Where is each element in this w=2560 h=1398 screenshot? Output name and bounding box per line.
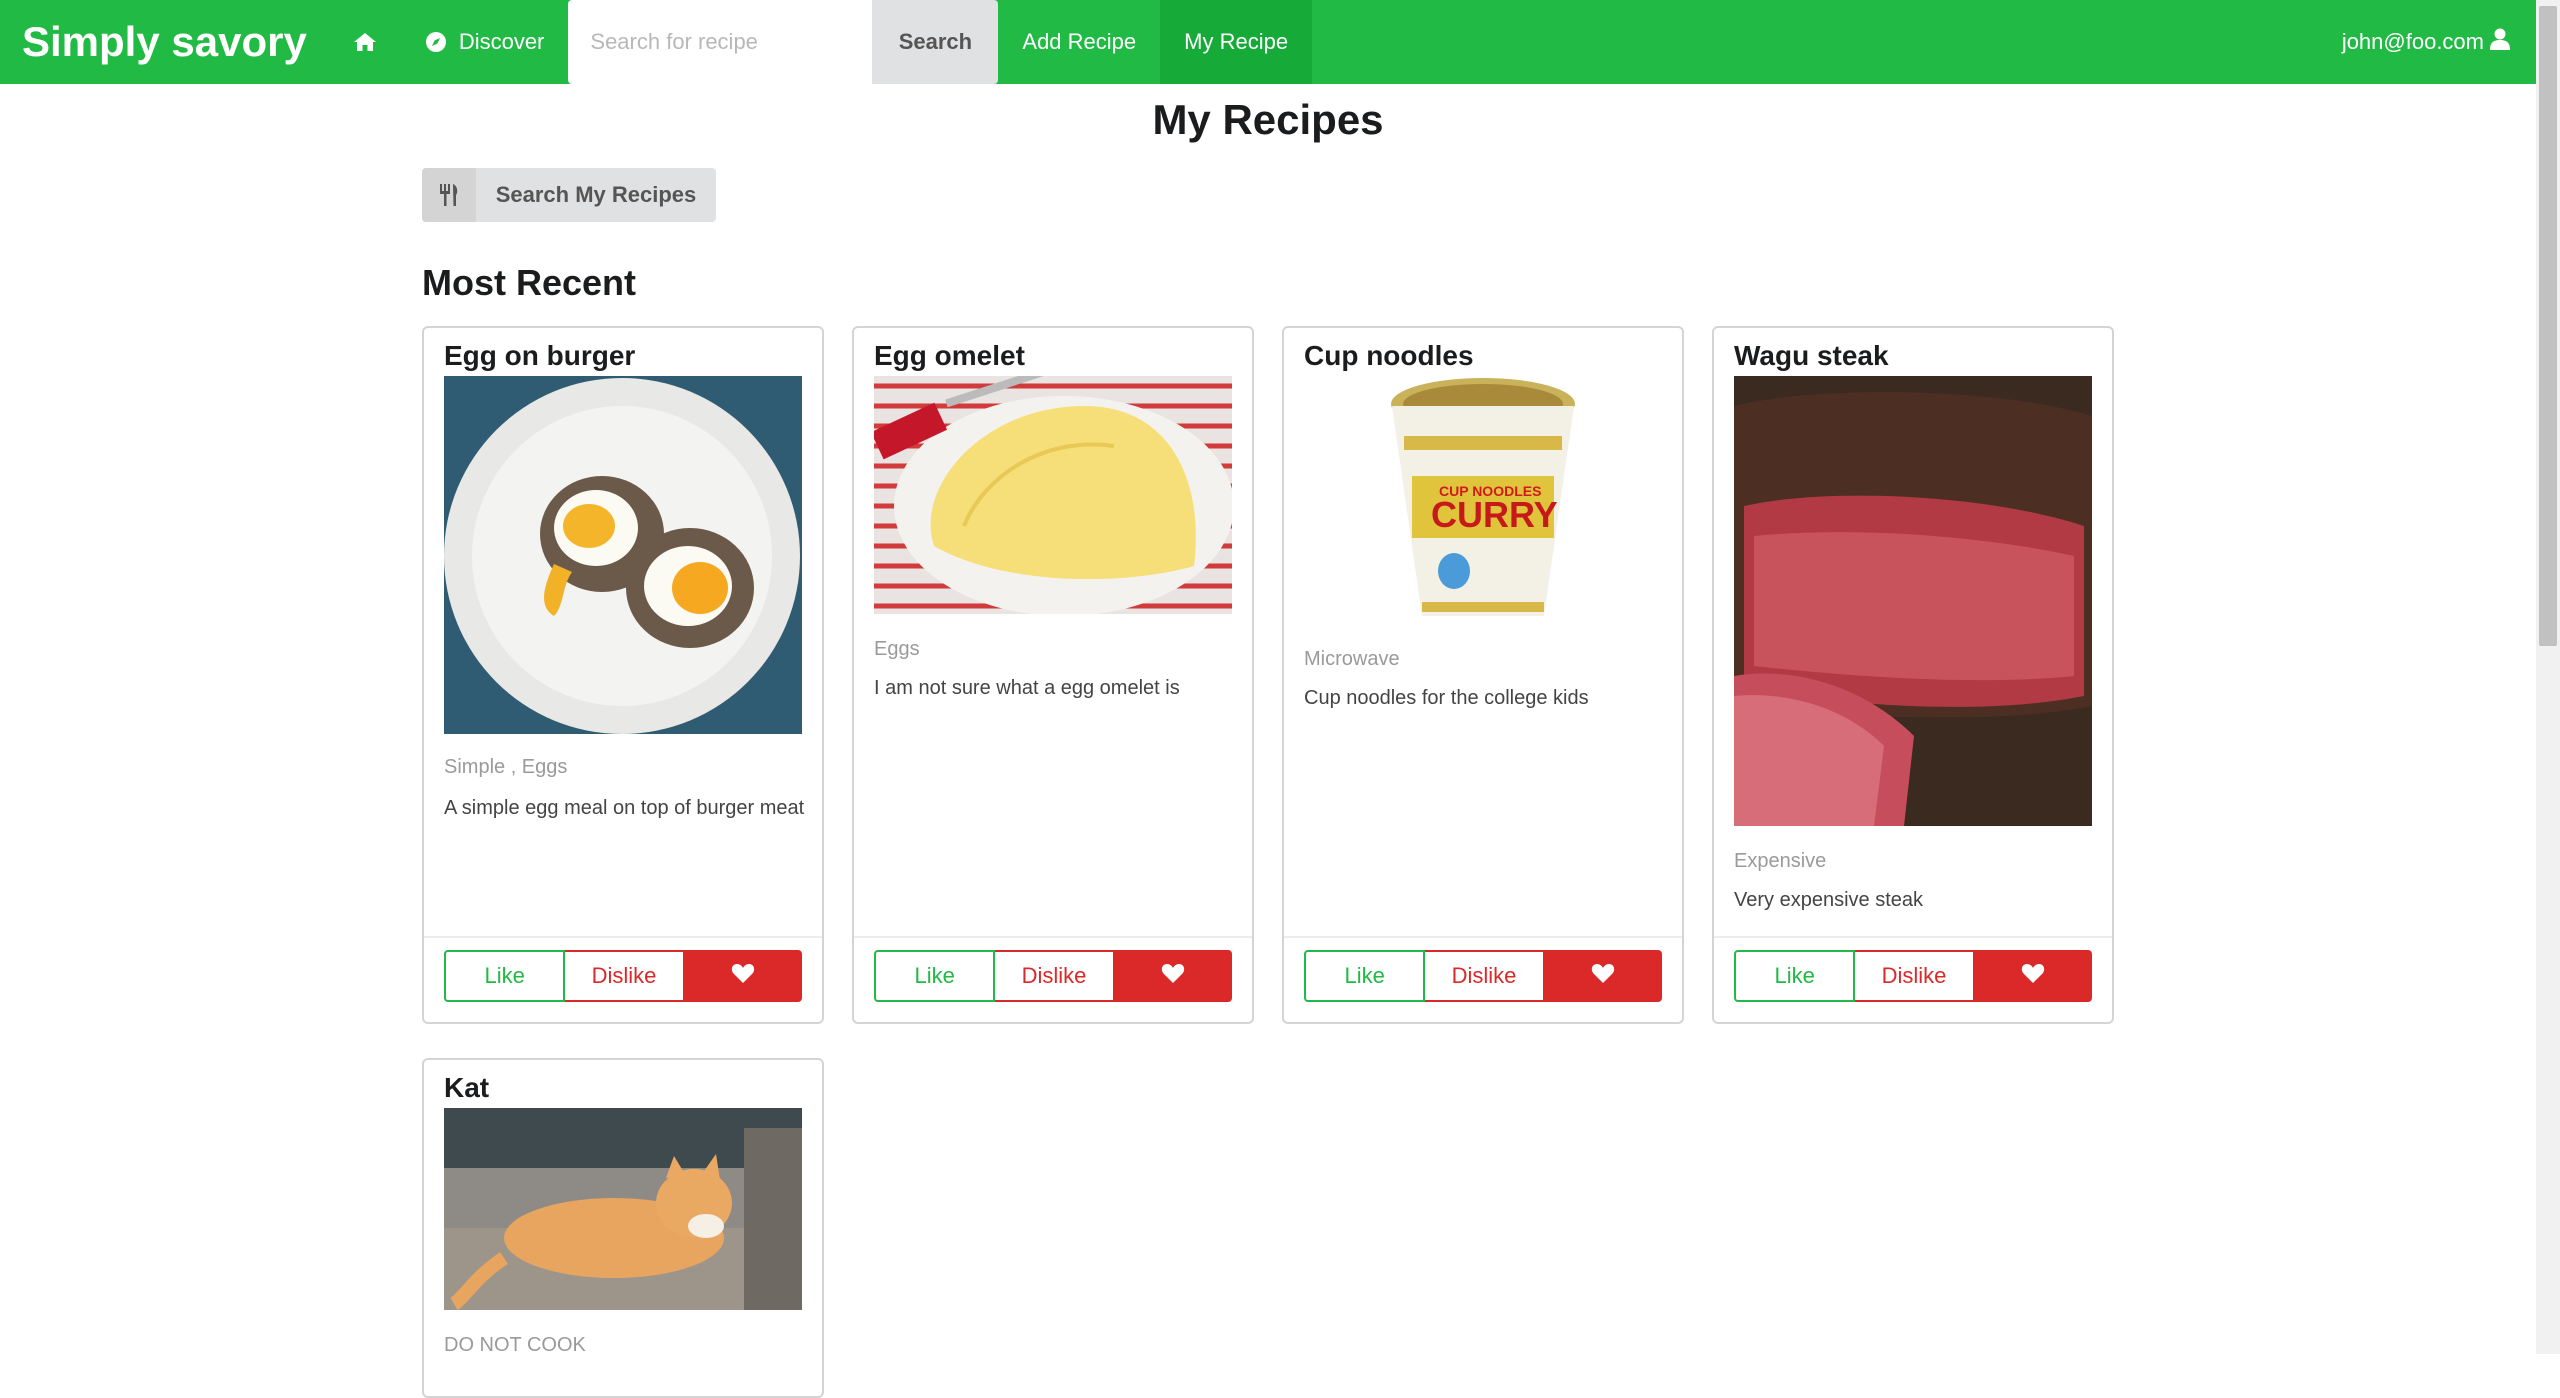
favorite-button[interactable] bbox=[684, 950, 802, 1002]
card-footer-divider bbox=[424, 936, 822, 938]
recipe-title[interactable]: Wagu steak bbox=[1734, 340, 1889, 372]
home-nav-item[interactable] bbox=[329, 0, 401, 84]
dislike-button[interactable]: Dislike bbox=[995, 950, 1115, 1002]
search-my-recipes-button[interactable]: Search My Recipes bbox=[422, 168, 716, 222]
page-scrollbar[interactable] bbox=[2536, 0, 2560, 1354]
compass-icon bbox=[425, 31, 447, 53]
like-button[interactable]: Like bbox=[1304, 950, 1426, 1002]
vote-buttons: Like Dislike bbox=[1304, 950, 1662, 1002]
user-menu[interactable]: john@foo.com bbox=[2342, 0, 2536, 84]
search-bar: Search bbox=[568, 0, 999, 84]
user-icon bbox=[2490, 28, 2510, 56]
vote-buttons: Like Dislike bbox=[874, 950, 1232, 1002]
card-footer-divider bbox=[1714, 936, 2112, 938]
recipe-card[interactable]: Wagu steak Expensive Very expensive stea… bbox=[1712, 326, 2114, 1024]
scrollbar-thumb[interactable] bbox=[2539, 6, 2557, 646]
page-title: My Recipes bbox=[1152, 96, 1384, 143]
user-email: john@foo.com bbox=[2341, 29, 2484, 54]
recipe-description: Cup noodles for the college kids bbox=[1304, 687, 1589, 709]
dislike-button[interactable]: Dislike bbox=[1855, 950, 1975, 1002]
recipe-image[interactable] bbox=[1734, 376, 2092, 826]
dislike-button[interactable]: Dislike bbox=[1425, 950, 1545, 1002]
like-button[interactable]: Like bbox=[444, 950, 566, 1002]
dislike-button[interactable]: Dislike bbox=[565, 950, 685, 1002]
vote-buttons: Like Dislike bbox=[1734, 950, 2092, 1002]
recipe-tags: Eggs bbox=[874, 638, 920, 660]
recipe-image[interactable] bbox=[444, 376, 802, 734]
recipe-image[interactable]: CUP NOODLES CURRY bbox=[1304, 376, 1662, 624]
top-navbar: Simply savory Discover Search Add Recipe… bbox=[0, 0, 2536, 84]
add-recipe-nav-item[interactable]: Add Recipe bbox=[998, 0, 1160, 84]
recipe-title[interactable]: Kat bbox=[444, 1072, 489, 1104]
search-my-recipes-label: Search My Recipes bbox=[495, 182, 697, 207]
heart-icon bbox=[731, 962, 755, 990]
heart-icon bbox=[1161, 962, 1185, 990]
recipe-description: A simple egg meal on top of burger meat bbox=[444, 797, 805, 819]
my-recipe-nav-item[interactable]: My Recipe bbox=[1160, 0, 1313, 84]
recipe-title[interactable]: Cup noodles bbox=[1304, 340, 1474, 372]
recipe-image[interactable] bbox=[874, 376, 1232, 614]
most-recent-heading: Most Recent bbox=[422, 262, 637, 303]
brand-logo[interactable]: Simply savory bbox=[0, 0, 329, 84]
cup-noodles-label-curry: CURRY bbox=[1431, 494, 1558, 535]
search-button[interactable]: Search bbox=[872, 0, 999, 84]
discover-nav-item[interactable]: Discover bbox=[401, 0, 569, 84]
discover-label: Discover bbox=[458, 29, 545, 54]
recipe-card[interactable]: Kat DO NOT COOK bbox=[422, 1058, 824, 1398]
recipe-title[interactable]: Egg on burger bbox=[444, 340, 635, 372]
recipe-tags: Microwave bbox=[1304, 648, 1400, 670]
card-footer-divider bbox=[1284, 936, 1682, 938]
favorite-button[interactable] bbox=[1114, 950, 1232, 1002]
recipe-tags: Expensive bbox=[1734, 850, 1827, 872]
card-footer-divider bbox=[854, 936, 1252, 938]
home-icon bbox=[353, 31, 377, 53]
recipe-description: I am not sure what a egg omelet is bbox=[874, 677, 1180, 699]
utensils-icon bbox=[422, 168, 476, 222]
recipe-card[interactable]: Egg omelet Eggs I am not sure what a egg… bbox=[852, 326, 1254, 1024]
search-input[interactable] bbox=[568, 0, 873, 84]
recipe-tags: Simple , Eggs bbox=[444, 756, 568, 778]
recipe-card[interactable]: Cup noodles CUP NOODLES CURRY Microwave … bbox=[1282, 326, 1684, 1024]
recipe-description: Very expensive steak bbox=[1734, 889, 1923, 911]
like-button[interactable]: Like bbox=[1734, 950, 1856, 1002]
recipe-title[interactable]: Egg omelet bbox=[874, 340, 1025, 372]
heart-icon bbox=[2021, 962, 2045, 990]
like-button[interactable]: Like bbox=[874, 950, 996, 1002]
heart-icon bbox=[1591, 962, 1615, 990]
favorite-button[interactable] bbox=[1544, 950, 1662, 1002]
recipe-image[interactable] bbox=[444, 1108, 802, 1310]
vote-buttons: Like Dislike bbox=[444, 950, 802, 1002]
favorite-button[interactable] bbox=[1974, 950, 2092, 1002]
recipe-card[interactable]: Egg on burger Simple , Eggs A simple egg… bbox=[422, 326, 824, 1024]
